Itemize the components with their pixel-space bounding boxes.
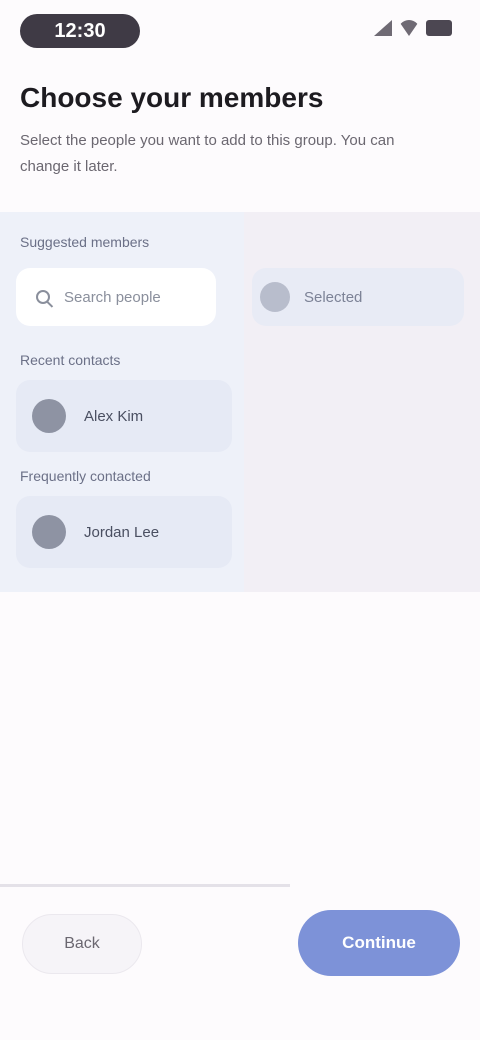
back-button[interactable]: Back — [22, 914, 142, 974]
status-icons — [374, 20, 452, 36]
avatar — [32, 399, 66, 433]
avatar — [260, 282, 290, 312]
wifi-icon — [398, 20, 420, 36]
member-picker-panel: Suggested members Search people Recent c… — [0, 212, 480, 592]
recent-section-label: Recent contacts — [20, 352, 121, 368]
search-input[interactable]: Search people — [16, 268, 216, 326]
selected-label: Selected — [304, 288, 363, 306]
screen: 12:30 Choose your members Select the peo… — [0, 0, 480, 1040]
status-bar: 12:30 — [0, 0, 480, 64]
page-subtitle: Select the people you want to add to thi… — [20, 132, 395, 175]
page-title: Choose your members — [20, 82, 324, 113]
search-placeholder: Search people — [64, 288, 161, 306]
search-icon — [36, 290, 50, 304]
contact-name: Alex Kim — [84, 407, 144, 425]
frequent-section-label: Frequently contacted — [20, 468, 151, 484]
battery-icon — [426, 20, 452, 36]
contact-name: Jordan Lee — [84, 523, 160, 541]
selected-members-chip[interactable]: Selected — [252, 268, 464, 326]
suggestions-column: Suggested members Search people Recent c… — [0, 212, 244, 592]
avatar — [32, 515, 66, 549]
contact-card[interactable]: Alex Kim — [16, 380, 232, 452]
status-time: 12:30 — [20, 14, 140, 48]
suggested-section-label: Suggested members — [20, 234, 150, 250]
contact-card[interactable]: Jordan Lee — [16, 496, 232, 568]
signal-icon — [374, 20, 392, 36]
footer-divider — [0, 884, 290, 887]
continue-button[interactable]: Continue — [298, 910, 460, 976]
